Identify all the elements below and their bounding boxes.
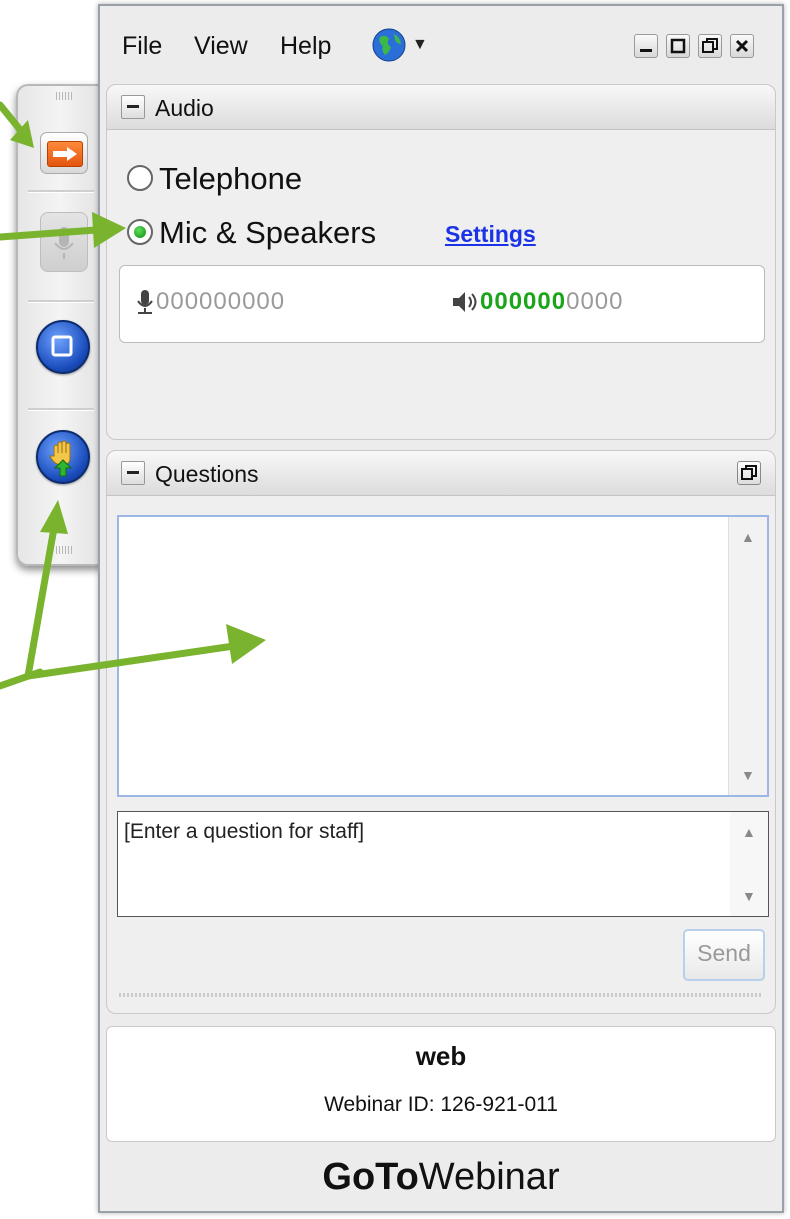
logo-goto: GoTo [322,1156,419,1198]
audio-panel-title: Audio [155,95,214,121]
mic-speakers-radio[interactable] [127,219,153,245]
logo-webinar: Webinar [418,1156,560,1198]
questions-panel-header: Questions [107,451,775,496]
raise-hand-button[interactable] [36,430,90,484]
popout-icon [741,465,757,480]
scroll-up-icon[interactable]: ▲ [742,824,756,840]
audio-settings-link[interactable]: Settings [445,221,536,248]
gotowebinar-logo: GoToWebinar [100,1156,782,1199]
menu-help[interactable]: Help [280,32,331,61]
webinar-info: web Webinar ID: 126-921-011 [106,1026,776,1142]
popout-button[interactable] [737,461,761,485]
questions-collapse-button[interactable] [121,461,145,485]
annotation-arrow-stem [0,668,44,690]
menu-view[interactable]: View [194,32,248,61]
close-button[interactable] [730,34,754,58]
gotowebinar-control-panel: File View Help ▼ Audio Telephone Mic & S… [98,4,784,1213]
scroll-down-icon[interactable]: ▼ [742,888,756,904]
language-dropdown-icon[interactable]: ▼ [412,36,428,54]
toolbar-divider [28,300,94,303]
toolbar-divider [28,408,94,411]
panel-resize-handle[interactable] [119,993,763,997]
close-icon [735,39,749,53]
mic-level-meter: 000000000 [134,288,285,316]
audio-collapse-button[interactable] [121,95,145,119]
question-input-scrollbar[interactable]: ▲ ▼ [730,812,768,916]
scroll-up-icon[interactable]: ▲ [741,529,755,545]
microphone-icon [137,290,153,314]
screen-view-button[interactable] [36,320,90,374]
audio-panel-header: Audio [107,85,775,130]
toggle-panel-button[interactable] [40,132,88,174]
telephone-radio[interactable] [127,165,153,191]
send-button[interactable]: Send [683,929,765,981]
arrow-right-icon [47,141,83,167]
speaker-icon [453,292,477,312]
webinar-name: web [415,1041,467,1071]
language-globe-icon[interactable] [372,28,406,62]
side-toolbar [16,84,102,566]
audio-panel: Audio Telephone Mic & Speakers Settings … [106,84,776,440]
toolbar-grip-bottom[interactable] [56,546,74,554]
questions-panel: Questions ▲ ▼ [Enter a question for staf… [106,450,776,1014]
toolbar-divider [28,190,94,193]
minimize-icon [640,49,652,52]
question-input-placeholder: [Enter a question for staff] [124,820,365,843]
menu-file[interactable]: File [122,32,162,61]
speaker-level-active: 000000 [480,288,567,315]
questions-log[interactable]: ▲ ▼ [117,515,769,797]
question-input[interactable]: [Enter a question for staff] ▲ ▼ [117,811,769,917]
speaker-level-rest: 0000 [566,288,624,315]
raise-hand-icon [49,440,73,477]
restore-icon [702,38,718,53]
questions-log-scrollbar[interactable]: ▲ ▼ [728,517,767,795]
mic-level-dots: 000000000 [156,288,286,315]
questions-panel-title: Questions [155,461,259,487]
toolbar-grip-top[interactable] [56,92,74,100]
menu-bar: File View Help ▼ [100,6,782,84]
square-icon [51,335,73,357]
webinar-id: Webinar ID: 126-921-011 [324,1093,558,1116]
maximize-icon [670,38,686,54]
microphone-icon [54,227,74,259]
telephone-label: Telephone [159,161,303,196]
minimize-button[interactable] [634,34,658,58]
audio-level-box: 000000000 0000000000 [119,265,765,343]
restore-button[interactable] [698,34,722,58]
maximize-button[interactable] [666,34,690,58]
speaker-level-meter: 0000000000 [450,288,623,316]
mute-mic-button[interactable] [40,212,88,272]
mic-speakers-label: Mic & Speakers [159,215,377,250]
scroll-down-icon[interactable]: ▼ [741,767,755,783]
